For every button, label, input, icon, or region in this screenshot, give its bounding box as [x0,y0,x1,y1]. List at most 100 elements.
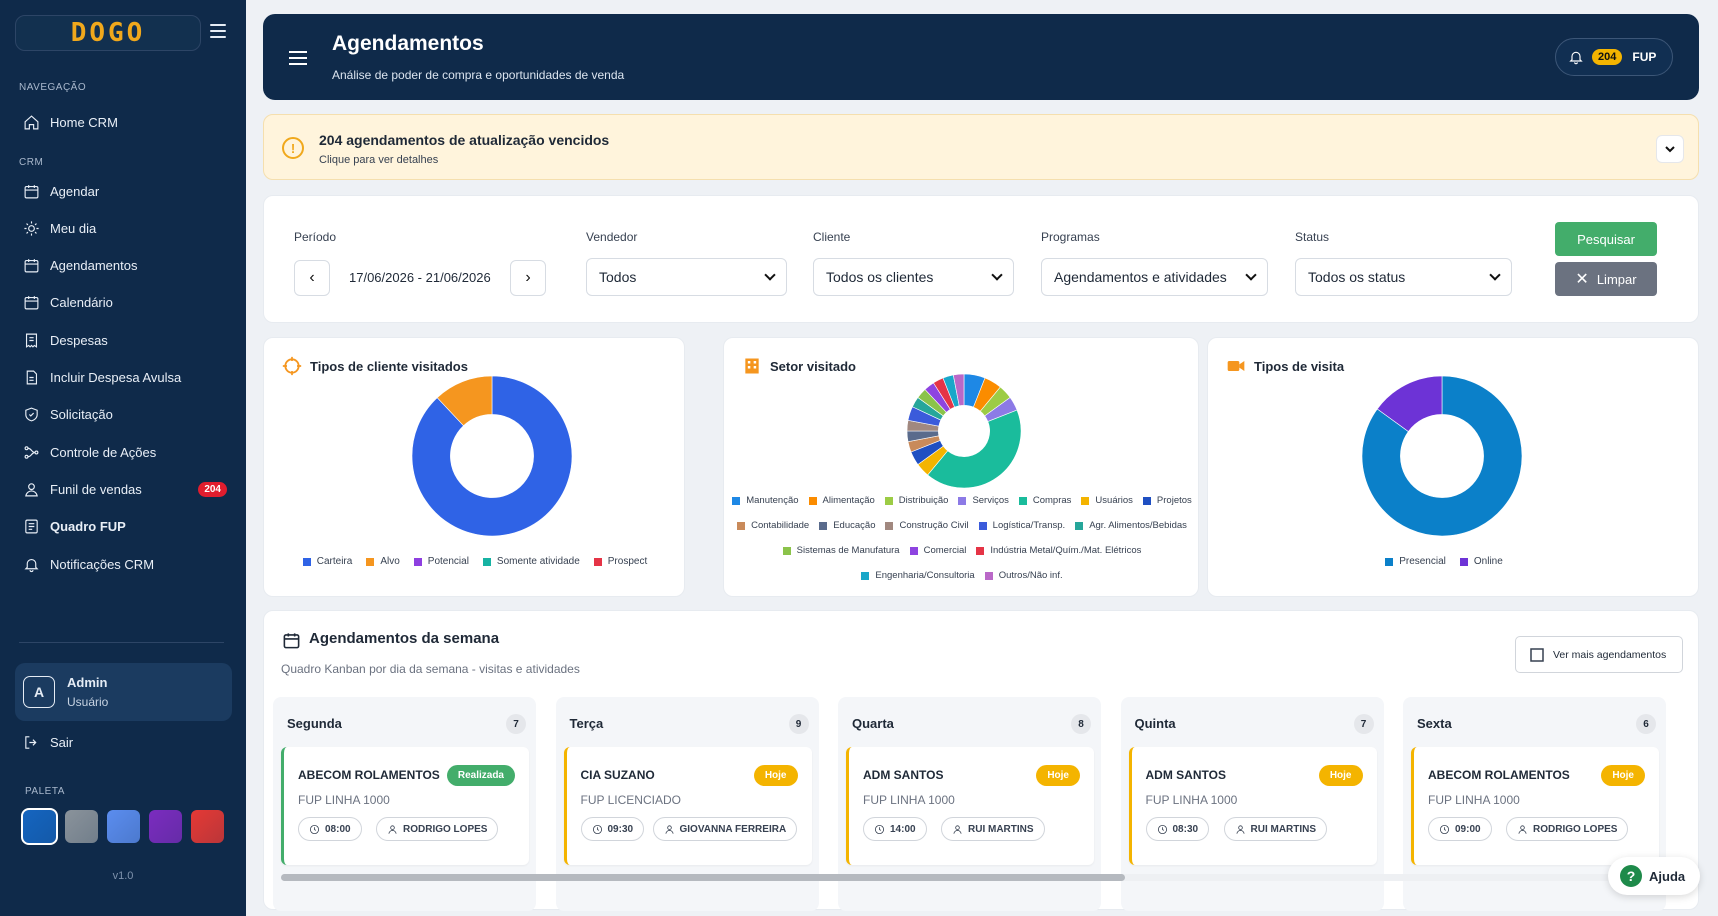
chart-legend: Carteira Alvo Potencial Somente atividade Pr… [274,556,676,567]
legend-item[interactable]: Construção Civil [885,520,969,531]
logout-button[interactable]: Sair [22,728,227,756]
sidebar-item-label: Home CRM [50,114,118,130]
legend-item[interactable]: Somente atividade [482,556,580,567]
palette-swatch[interactable] [149,810,182,843]
palette-swatch[interactable] [191,810,224,843]
legend-item[interactable]: Outros/Não inf. [984,570,1063,581]
legend-item[interactable]: Compras [1018,495,1071,506]
day-name: Segunda [287,716,342,731]
legend-item[interactable]: Serviços [958,495,1009,506]
user-card[interactable]: A Admin Usuário [15,663,232,721]
legend-label: Logística/Transp. [992,520,1066,531]
sidebar-item[interactable]: Controle de Ações [22,438,227,466]
legend-item[interactable]: Logística/Transp. [978,520,1066,531]
palette-swatch[interactable] [65,810,98,843]
sidebar-item[interactable]: Calendário [22,289,227,317]
sidebar-item[interactable]: Despesas [22,326,227,354]
legend-item[interactable]: Distribuição [884,495,948,506]
legend-item[interactable]: Engenharia/Consultoria [861,570,975,581]
sidebar-item[interactable]: Quadro FUP [22,513,227,541]
clear-button[interactable]: ✕ Limpar [1555,262,1657,296]
legend-item[interactable]: Agr. Alimentos/Bebidas [1075,520,1187,531]
appointment-card[interactable]: ADM SANTOS Hoje FUP LINHA 1000 14:00 RUI… [846,747,1094,865]
sidebar-item[interactable]: Meu dia [22,214,227,242]
sidebar-item-label: Agendamentos [50,258,138,274]
cliente-select[interactable]: Todos os clientes [813,258,1014,296]
week-board: Agendamentos da semana Quadro Kanban por… [263,610,1699,911]
legend-swatch [861,571,870,580]
legend-swatch [885,521,894,530]
chevron-down-icon [764,269,776,281]
seller-chip: GIOVANNA FERREIRA [652,817,798,841]
legend-item[interactable]: Carteira [302,556,353,567]
vendedor-value: Todos [599,269,637,285]
chevron-right-icon: › [525,269,531,286]
prev-period-button[interactable]: ‹ [294,260,330,296]
status-select[interactable]: Todos os status [1295,258,1512,296]
legend-swatch [958,496,967,505]
home-icon [22,113,40,131]
legend-item[interactable]: Indústria Metal/Quím./Mat. Elétricos [976,545,1141,556]
palette-swatch[interactable] [107,810,140,843]
legend-label: Carteira [316,556,353,567]
help-button[interactable]: ? Ajuda [1608,857,1700,895]
sidebar-item-label: Meu dia [50,220,97,236]
legend-label: Online [1473,556,1503,567]
appointment-card[interactable]: CIA SUZANO Hoje FUP LICENCIADO 09:30 GIO… [563,747,812,865]
legend-item[interactable]: Manutenção [732,495,799,506]
next-period-button[interactable]: › [510,260,546,296]
legend-swatch [884,496,893,505]
programas-select[interactable]: Agendamentos e atividades [1041,258,1268,296]
menu-icon[interactable] [289,51,307,65]
appointment-card[interactable]: ABECOM ROLAMENTOS Hoje FUP LINHA 1000 09… [1411,747,1659,865]
legend-item[interactable]: Contabilidade [737,520,809,531]
legend-item[interactable]: Alvo [366,556,400,567]
sidebar-item[interactable]: Agendamentos [22,252,227,280]
legend-label: Alvo [380,556,400,567]
sidebar-item[interactable]: Notificações CRM [22,550,227,578]
overdue-alert[interactable]: ! 204 agendamentos de atualização vencid… [263,114,1699,180]
chevron-down-icon [1665,146,1675,153]
appointment-card[interactable]: ADM SANTOS Hoje FUP LINHA 1000 08:30 RUI… [1128,747,1377,865]
sidebar-item-label: Agendar [50,183,100,199]
legend-swatch [909,546,918,555]
legend-item[interactable]: Comercial [909,545,966,556]
calendar-icon [22,257,40,275]
client-name: ADM SANTOS [1145,768,1226,782]
menu-icon[interactable] [210,24,226,38]
sidebar-item-home[interactable]: Home CRM [22,108,227,136]
legend-item[interactable]: Projetos [1142,495,1192,506]
seller-name: RUI MARTINS [1250,823,1317,835]
day-name: Terça [569,716,604,731]
expand-button[interactable] [1656,135,1684,163]
week-title: Agendamentos da semana [309,630,500,647]
sidebar-item[interactable]: Agendar [22,177,227,205]
legend-item[interactable]: Alimentação [808,495,875,506]
user-icon [664,824,674,834]
legend-item[interactable]: Presencial [1385,556,1446,567]
calendar-icon [283,633,300,649]
more-label: Ver mais agendamentos [1553,648,1667,661]
logo[interactable]: DOGO [15,15,201,51]
legend-item[interactable]: Usuários [1081,495,1133,506]
legend-item[interactable]: Prospect [593,556,647,567]
more-appointments-button[interactable]: Ver mais agendamentos [1515,636,1683,673]
legend-item[interactable]: Sistemas de Manufatura [782,545,900,556]
notifications-button[interactable]: 204 FUP [1555,38,1673,76]
legend-item[interactable]: Online [1459,556,1503,567]
appointment-card[interactable]: ABECOM ROLAMENTOS Realizada FUP LINHA 10… [281,747,529,865]
legend-item[interactable]: Potencial [413,556,469,567]
status-badge: Hoje [1036,765,1080,786]
legend-label: Manutenção [746,495,799,506]
vendedor-select[interactable]: Todos [586,258,787,296]
sidebar-item[interactable]: Solicitação [22,401,227,429]
page-subtitle: Análise de poder de compra e oportunidad… [332,68,625,82]
nav-section-label: NAVEGAÇÃO [19,82,87,93]
sidebar-item[interactable]: Incluir Despesa Avulsa [22,364,227,392]
chevron-left-icon: ‹ [309,269,315,286]
legend-item[interactable]: Educação [819,520,875,531]
search-button[interactable]: Pesquisar [1555,222,1657,256]
sidebar-item[interactable]: Funil de vendas 204 [22,475,227,503]
scrollbar-thumb[interactable] [281,874,1125,881]
palette-swatch[interactable] [21,808,58,845]
